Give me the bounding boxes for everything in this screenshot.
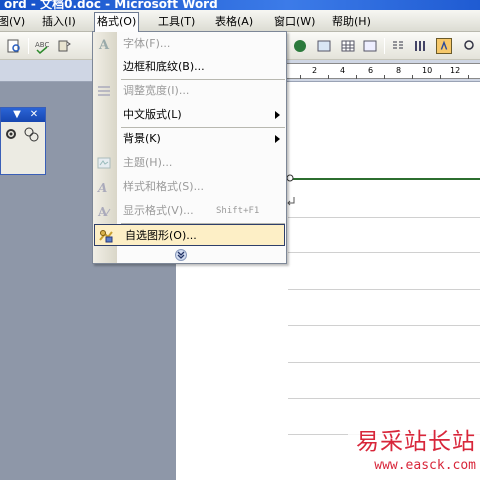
menu-window[interactable]: 窗口(W) — [272, 13, 317, 30]
toolbar-separator — [28, 38, 29, 54]
research-icon[interactable] — [56, 38, 72, 54]
styles-icon: A — [97, 181, 107, 195]
close-icon[interactable]: ✕ — [28, 108, 40, 122]
menu-item-label: 主题(H)... — [123, 156, 173, 169]
watermark-url: www.easck.com — [374, 458, 476, 473]
theme-icon — [97, 157, 111, 169]
paragraph-mark-icon — [287, 197, 295, 206]
menu-item-reveal-formatting[interactable]: A 显示格式(V)... Shift+F1 — [93, 200, 286, 222]
svg-text:ABC: ABC — [35, 41, 49, 49]
document-map-icon[interactable] — [412, 38, 428, 54]
menu-help[interactable]: 帮助(H) — [330, 13, 373, 30]
print-preview-icon[interactable] — [6, 38, 22, 54]
menu-tools[interactable]: 工具(T) — [156, 13, 197, 30]
menu-item-borders-shading[interactable]: 边框和底纹(B)... — [93, 56, 286, 78]
font-A-icon: A — [98, 38, 110, 52]
horizontal-ruler[interactable]: 2 4 6 8 10 12 — [286, 63, 480, 79]
document-line — [288, 252, 480, 253]
drawing-toolbar-icon[interactable] — [292, 38, 308, 54]
toolbar-options-icon[interactable]: ▼ — [11, 108, 23, 122]
format-menu-dropdown: A 字体(F)... 边框和底纹(B)... 调整宽度(I)... 中文版式(L… — [92, 31, 287, 264]
reveal-formatting-icon: A — [97, 205, 111, 219]
submenu-arrow-icon — [275, 135, 280, 143]
document-line — [288, 217, 480, 218]
document-line — [288, 362, 480, 363]
insert-picture-icon[interactable] — [316, 38, 332, 54]
ruler-tick — [356, 75, 357, 79]
ruler-label: 4 — [340, 66, 346, 75]
cycle-shapes-icon[interactable] — [23, 126, 39, 142]
floating-toolbar-header[interactable]: ▼ ✕ — [1, 108, 45, 122]
menu-item-autoshape[interactable]: 自选图形(O)... — [94, 224, 285, 246]
window-title: ord - 文档0.doc - Microsoft Word — [4, 0, 218, 10]
ruler-label: 2 — [312, 66, 318, 75]
menu-item-styles-formatting[interactable]: A 样式和格式(S)... — [93, 176, 286, 198]
ruler-tick — [440, 75, 441, 79]
menu-item-label: 调整宽度(I)... — [123, 84, 190, 97]
menu-item-shortcut: Shift+F1 — [216, 206, 260, 216]
spelling-icon[interactable]: ABC — [34, 38, 50, 54]
ruler-label: 6 — [368, 66, 374, 75]
menu-item-adjust-width[interactable]: 调整宽度(I)... — [93, 80, 286, 102]
zoom-icon[interactable] — [462, 38, 478, 54]
ruler-label: 12 — [450, 66, 461, 75]
ruler-tick — [328, 75, 329, 79]
watermark-title: 易采站长站 — [356, 429, 476, 455]
insert-excel-icon[interactable] — [362, 38, 378, 54]
menu-bar: 图(V) 插入(I) 格式(O) 工具(T) 表格(A) 窗口(W) 帮助(H) — [0, 10, 480, 32]
watermark: 易采站长站 www.easck.com — [348, 420, 480, 480]
menu-insert[interactable]: 插入(I) — [40, 13, 78, 30]
submenu-arrow-icon — [275, 111, 280, 119]
menu-item-label: 字体(F)... — [123, 37, 171, 50]
double-chevron-down-icon[interactable] — [173, 249, 189, 261]
menu-item-chinese-layout[interactable]: 中文版式(L) — [93, 104, 286, 126]
menu-item-background[interactable]: 背景(K) — [93, 128, 286, 150]
floating-toolbar[interactable]: ▼ ✕ — [0, 107, 46, 175]
gear-shapes-icon[interactable] — [3, 126, 19, 142]
menu-item-label: 自选图形(O)... — [125, 229, 197, 242]
svg-text:A: A — [98, 38, 110, 52]
svg-text:A: A — [97, 181, 107, 195]
window-title-bar: ord - 文档0.doc - Microsoft Word — [0, 0, 480, 10]
ruler-tick — [468, 75, 469, 79]
menu-item-label: 背景(K) — [123, 132, 161, 145]
menu-item-label: 中文版式(L) — [123, 108, 182, 121]
menu-item-theme[interactable]: 主题(H)... — [93, 152, 286, 174]
table-icon[interactable] — [340, 38, 356, 54]
document-line — [288, 289, 480, 290]
svg-text:A: A — [97, 205, 108, 219]
ruler-tick — [412, 75, 413, 79]
toolbar-separator — [384, 38, 385, 54]
autoshape-icon — [99, 230, 113, 243]
menu-item-font[interactable]: A 字体(F)... — [93, 33, 286, 55]
ruler-label: 8 — [396, 66, 402, 75]
show-formatting-icon[interactable] — [436, 38, 452, 54]
columns-icon[interactable] — [390, 38, 406, 54]
document-line — [288, 398, 480, 399]
menu-item-label: 显示格式(V)... — [123, 204, 194, 217]
menu-view[interactable]: 图(V) — [0, 13, 27, 30]
adjust-width-icon — [98, 86, 110, 96]
menu-item-label: 样式和格式(S)... — [123, 180, 205, 193]
document-line — [288, 325, 480, 326]
menu-table[interactable]: 表格(A) — [213, 13, 255, 30]
document-green-line — [288, 178, 480, 180]
menu-format[interactable]: 格式(O) — [94, 12, 140, 32]
shape-handle-icon[interactable] — [286, 174, 294, 182]
menu-item-label: 边框和底纹(B)... — [123, 60, 205, 73]
ruler-tick — [300, 75, 301, 79]
ruler-tick — [384, 75, 385, 79]
ruler-label: 10 — [422, 66, 433, 75]
